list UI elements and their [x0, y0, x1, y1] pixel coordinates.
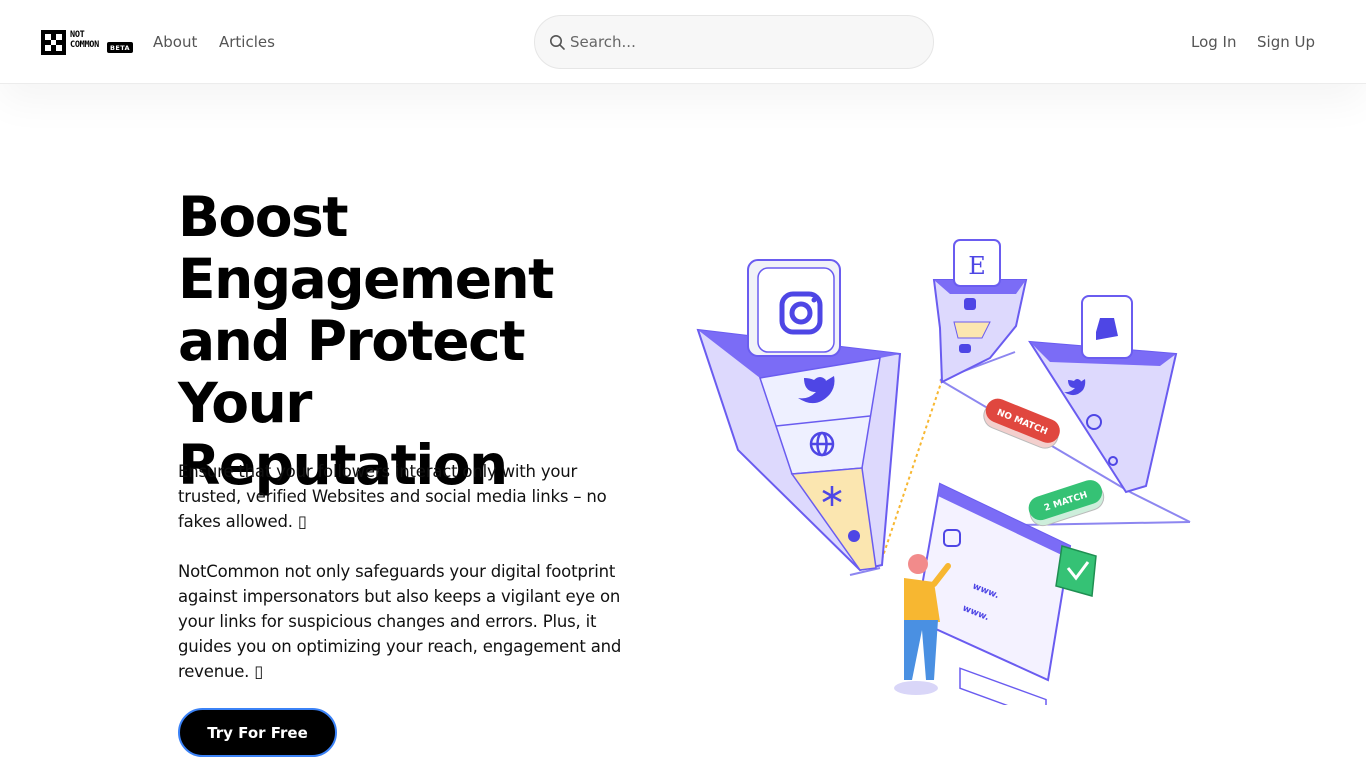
- login-link[interactable]: Log In: [1191, 33, 1237, 51]
- try-for-free-button[interactable]: Try For Free: [178, 708, 337, 757]
- middle-funnel: E: [932, 239, 1028, 384]
- etsy-icon: E: [968, 252, 986, 280]
- search-bar[interactable]: [534, 15, 934, 69]
- search-icon: [550, 35, 565, 50]
- hero-paragraph-1: Ensure that your followers interact only…: [178, 462, 607, 531]
- hero-illustration: E NO MATCH 2 MATCH www. www.: [696, 239, 1191, 705]
- signup-link[interactable]: Sign Up: [1257, 33, 1315, 51]
- logo-mark-icon: [41, 30, 66, 55]
- hero-title: Boost Engagement and Protect Your Reputa…: [178, 185, 554, 497]
- instagram-funnel: [696, 259, 902, 572]
- discord-icon: [959, 344, 971, 353]
- search-input[interactable]: [570, 27, 920, 57]
- logo-wordmark: NOT COMMON: [70, 30, 99, 50]
- hero-paragraph-2: NotCommon not only safeguards your digit…: [178, 562, 622, 681]
- match-badge: 2 MATCH: [1028, 480, 1105, 527]
- notcommon-logo[interactable]: NOT COMMON BETA: [41, 30, 133, 55]
- no-match-badge: NO MATCH: [983, 398, 1060, 449]
- top-navigation-bar: NOT COMMON BETA About Articles Log In Si…: [0, 0, 1366, 84]
- shopify-funnel: [1028, 295, 1178, 494]
- logo-line-2: COMMON: [70, 40, 99, 50]
- beta-badge: BETA: [107, 42, 133, 53]
- nav-link-about[interactable]: About: [153, 33, 197, 51]
- tiktok-icon: [964, 298, 976, 310]
- logo-line-1: NOT: [70, 30, 85, 40]
- nav-link-articles[interactable]: Articles: [219, 33, 275, 51]
